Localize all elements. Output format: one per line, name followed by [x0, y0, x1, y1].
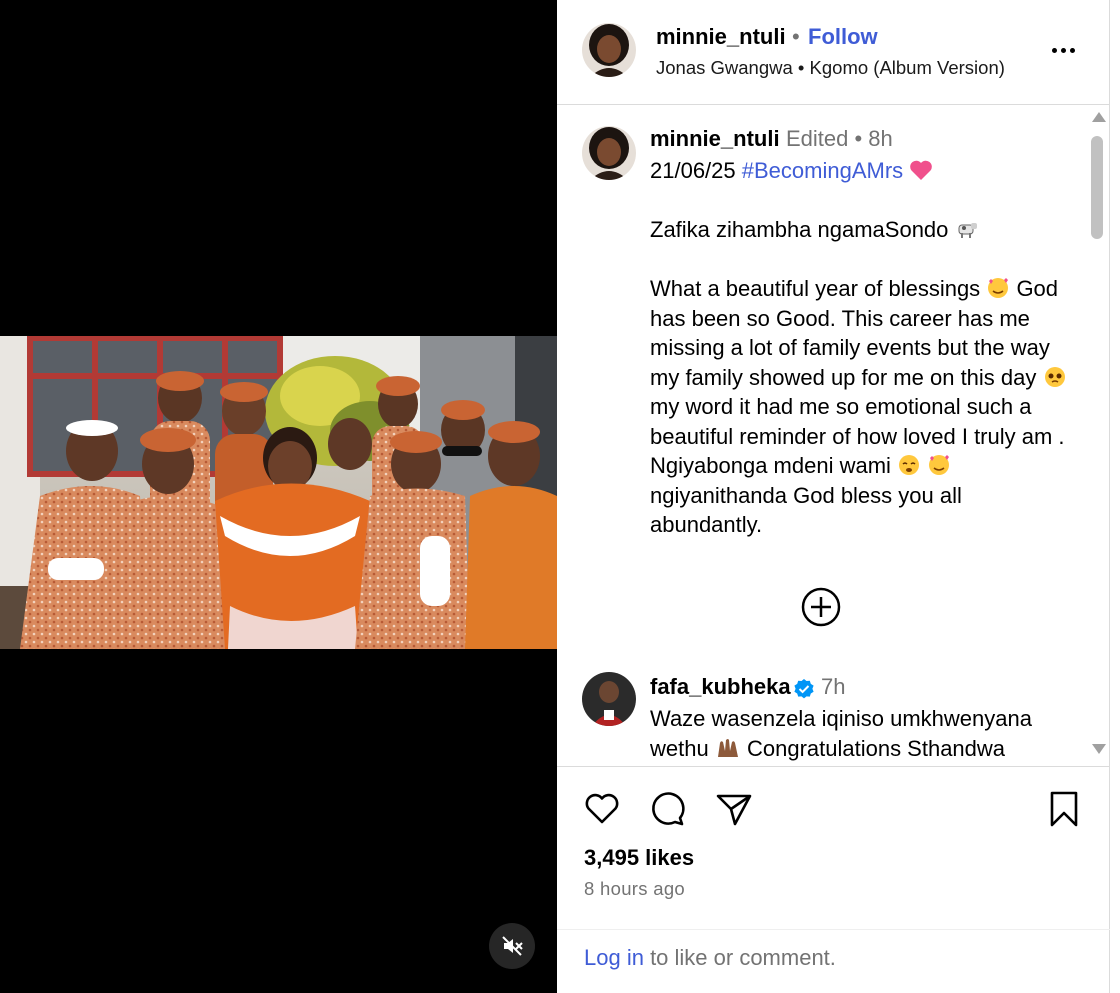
follow-button[interactable]: Follow	[808, 24, 878, 50]
pleading-face-emoji-icon	[1044, 366, 1065, 387]
heart-icon	[585, 793, 619, 824]
save-button[interactable]	[1044, 789, 1084, 829]
comment-username[interactable]: fafa_kubheka	[650, 674, 791, 700]
scrollbar-thumb[interactable]	[1091, 136, 1103, 239]
comment-button[interactable]	[647, 789, 687, 829]
speaker-muted-icon	[502, 936, 523, 956]
share-button[interactable]	[714, 789, 754, 829]
scroll-up-arrow-icon[interactable]	[1092, 112, 1106, 122]
crying-face-emoji-icon	[899, 455, 920, 475]
separator-dot: •	[792, 24, 800, 49]
profile-picture	[582, 126, 636, 180]
audio-track-link[interactable]: Jonas Gwangwa • Kgomo (Album Version)	[656, 57, 1005, 79]
caption-date: 21/06/25	[650, 158, 736, 183]
login-link[interactable]: Log in	[584, 945, 644, 970]
caption-text: 21/06/25 #BecomingAMrs Zafika zihambha n…	[650, 156, 1070, 569]
group-photo-image	[0, 336, 557, 649]
comment-time: 7h	[821, 674, 846, 699]
post-actions: 3,495 likes 8 hours ago Log in to like o…	[557, 766, 1110, 993]
paper-plane-icon	[716, 794, 752, 826]
login-prompt-rest: to like or comment.	[643, 945, 836, 970]
caption-para-2c: my word it had me so emotional such a be…	[650, 394, 1065, 478]
like-button[interactable]	[582, 789, 622, 829]
caption-line-1: Zafika zihambha ngamaSondo	[650, 217, 949, 242]
heart-emoji-icon	[910, 160, 933, 180]
caption-para-2d: ngiyanithanda God bless you all abundant…	[650, 482, 962, 538]
header-username[interactable]: minnie_ntuli	[656, 24, 786, 50]
profile-picture	[582, 23, 636, 77]
scrollbar[interactable]	[1087, 106, 1107, 766]
cow-emoji-icon	[958, 223, 977, 238]
more-options-button[interactable]	[1045, 36, 1081, 64]
post-photo[interactable]	[0, 336, 557, 649]
verified-badge-icon	[794, 679, 814, 699]
more-horizontal-icon	[1051, 47, 1075, 53]
hashtag-link[interactable]: #BecomingAMrs	[742, 158, 903, 183]
avatar[interactable]	[582, 23, 636, 77]
profile-picture	[582, 672, 636, 726]
comment-bubble-icon	[652, 792, 685, 826]
comments-scroll-area[interactable]: minnie_ntuli Edited • 8h 21/06/25 #Becom…	[557, 106, 1110, 766]
post-header: minnie_ntuli • Follow Jonas Gwangwa • Kg…	[557, 0, 1110, 105]
divider	[557, 929, 1110, 930]
comment-text: Waze wasenzela iqiniso umkhwenyana wethu…	[650, 704, 1070, 763]
post-timestamp: 8 hours ago	[584, 878, 686, 899]
login-prompt: Log in to like or comment.	[584, 945, 836, 971]
raising-hands-emoji-icon	[717, 738, 738, 757]
plus-circle-icon	[801, 587, 841, 627]
media-viewer[interactable]	[0, 0, 557, 993]
caption-username[interactable]: minnie_ntuli	[650, 126, 780, 152]
comment-text-b: Congratulations Sthandwa	[746, 735, 1006, 761]
scroll-down-arrow-icon[interactable]	[1092, 744, 1106, 754]
post-side-panel: minnie_ntuli • Follow Jonas Gwangwa • Kg…	[557, 0, 1110, 993]
bookmark-icon	[1050, 791, 1078, 827]
load-more-comments-button[interactable]	[800, 586, 842, 628]
caption-para-2a: What a beautiful year of blessings	[650, 276, 981, 301]
caption-meta: Edited • 8h	[786, 126, 893, 151]
caption-avatar[interactable]	[582, 126, 636, 180]
smiling-hearts-emoji-icon	[988, 278, 1009, 298]
commenter-avatar[interactable]	[582, 672, 636, 726]
like-count[interactable]: 3,495 likes	[584, 845, 694, 871]
smiling-hearts-emoji-icon	[929, 455, 950, 475]
mute-toggle-button[interactable]	[489, 923, 535, 969]
